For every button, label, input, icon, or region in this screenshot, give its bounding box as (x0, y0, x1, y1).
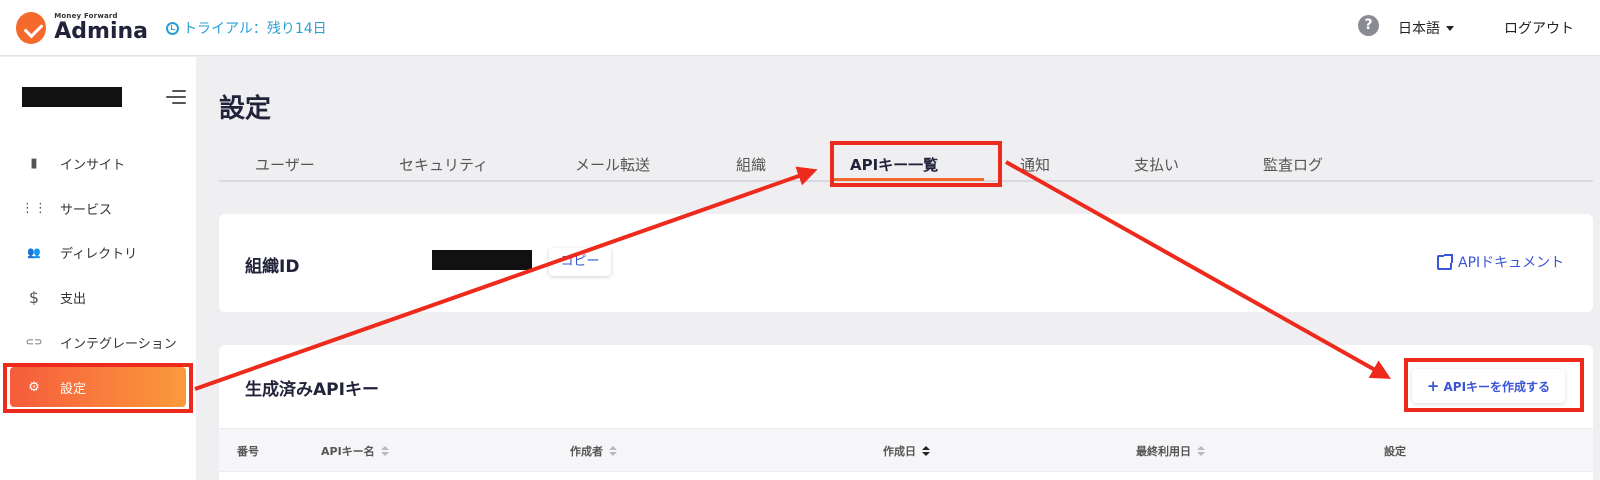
sidebar-item-label: インテグレーション (60, 336, 177, 352)
api-keys-card: 生成済みAPIキー + APIキーを作成する 番号 APIキー名 作成者 作成日… (219, 345, 1593, 480)
admina-logo[interactable]: Money Forward Admina (16, 10, 148, 46)
bar-chart-icon: ▮ (30, 155, 38, 171)
sidebar-item-integration[interactable]: ⊂⊃ インテグレーション (10, 322, 186, 362)
sidebar-item-insight[interactable]: ▮ インサイト (10, 143, 186, 183)
tab-mail-forwarding[interactable]: メール転送 (575, 154, 650, 175)
logo-mark-icon (16, 12, 47, 44)
page-title: 設定 (219, 94, 272, 124)
organization-id-card: 組織ID コピー APIドキュメント (219, 214, 1593, 312)
column-header-number: 番号 (237, 445, 259, 458)
trial-text: トライアル：残り14日 (183, 21, 327, 37)
org-name-redacted (22, 87, 122, 107)
organization-id-redacted (432, 250, 532, 270)
highlight-api-tab (830, 141, 1002, 187)
top-header: Money Forward Admina トライアル：残り14日 ? 日本語 ロ… (0, 0, 1600, 56)
tab-notifications[interactable]: 通知 (1020, 154, 1050, 175)
column-header-last-used[interactable]: 最終利用日 (1136, 443, 1205, 459)
api-document-link[interactable]: APIドキュメント (1437, 252, 1564, 272)
column-header-creator[interactable]: 作成者 (570, 443, 617, 459)
link-icon: ⊂⊃ (25, 336, 43, 348)
grid-icon: ⋮⋮ (21, 200, 47, 216)
sidebar-item-label: ディレクトリ (60, 246, 138, 262)
api-keys-title: 生成済みAPIキー (245, 380, 379, 400)
tab-security[interactable]: セキュリティ (399, 154, 488, 175)
tab-payments[interactable]: 支払い (1134, 154, 1179, 175)
sidebar: ▮ インサイト ⋮⋮ サービス 👥 ディレクトリ $ 支出 ⊂⊃ インテグレーシ… (0, 57, 196, 480)
dollar-icon: $ (28, 287, 40, 307)
column-header-created-date[interactable]: 作成日 (883, 443, 930, 459)
sidebar-item-service[interactable]: ⋮⋮ サービス (10, 188, 186, 228)
sidebar-item-label: 支出 (60, 291, 87, 307)
sort-icon (609, 445, 617, 457)
column-header-api-key-name[interactable]: APIキー名 (321, 443, 389, 459)
sort-icon (380, 445, 389, 457)
logout-link[interactable]: ログアウト (1504, 18, 1574, 38)
sidebar-item-directory[interactable]: 👥 ディレクトリ (10, 232, 186, 272)
logo-title: Admina (54, 19, 148, 44)
organization-id-label: 組織ID (245, 257, 300, 277)
language-label: 日本語 (1398, 21, 1440, 37)
tab-organization[interactable]: 組織 (736, 154, 766, 175)
clock-icon (166, 21, 179, 35)
column-header-settings: 設定 (1384, 445, 1406, 458)
sort-icon (1197, 445, 1205, 457)
api-keys-table-header: 番号 APIキー名 作成者 作成日 最終利用日 設定 (219, 428, 1593, 472)
sidebar-item-label: サービス (60, 202, 113, 218)
external-link-icon (1437, 253, 1453, 270)
sidebar-item-label: インサイト (60, 157, 126, 173)
tab-audit-log[interactable]: 監査ログ (1263, 154, 1323, 175)
sidebar-item-spend[interactable]: $ 支出 (10, 277, 186, 317)
highlight-settings-menu (3, 363, 193, 413)
highlight-create-button (1404, 358, 1584, 412)
trial-status: トライアル：残り14日 (166, 18, 327, 38)
users-icon: 👥 (27, 245, 41, 259)
language-selector[interactable]: 日本語 (1398, 18, 1454, 38)
api-document-label: APIドキュメント (1458, 255, 1565, 271)
tab-users[interactable]: ユーザー (255, 154, 315, 175)
copy-button[interactable]: コピー (549, 248, 611, 276)
sort-icon (922, 445, 930, 457)
menu-collapse-icon[interactable] (166, 90, 186, 104)
help-icon[interactable]: ? (1358, 15, 1379, 36)
caret-down-icon (1446, 25, 1454, 31)
